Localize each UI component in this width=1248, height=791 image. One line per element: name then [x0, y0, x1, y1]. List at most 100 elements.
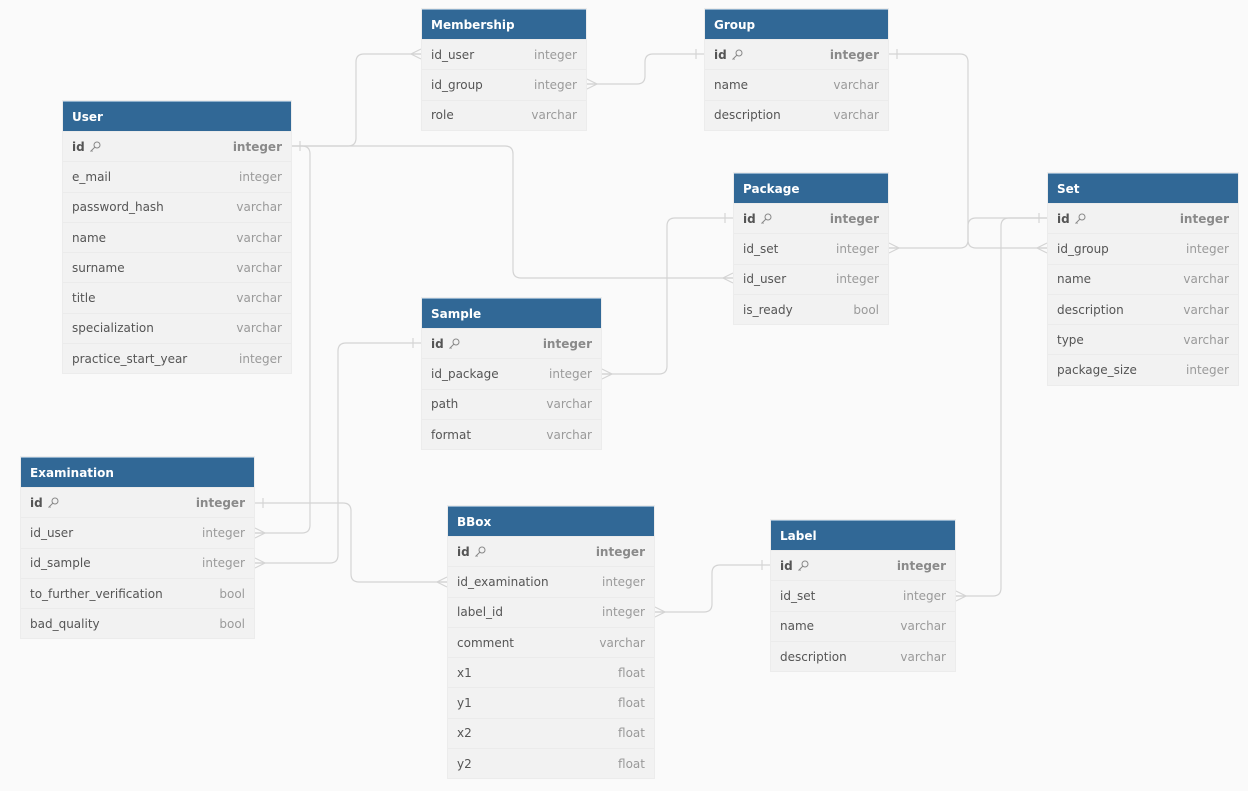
- field-row[interactable]: description varchar: [1048, 293, 1238, 324]
- field-type: integer: [829, 47, 879, 62]
- field-row[interactable]: x1 float: [448, 657, 654, 687]
- field-row[interactable]: id_package integer: [422, 358, 601, 388]
- field-name: specialization: [72, 321, 154, 336]
- table-header[interactable]: Examination: [21, 457, 254, 487]
- field-name: id_group: [1057, 241, 1109, 256]
- field-type: bool: [219, 616, 245, 631]
- table-header[interactable]: Sample: [422, 298, 601, 328]
- field-row[interactable]: path varchar: [422, 388, 601, 419]
- field-row[interactable]: id_group integer: [422, 69, 586, 99]
- field-row-pk[interactable]: id integer: [771, 550, 955, 580]
- field-type: varchar: [236, 291, 282, 306]
- field-row[interactable]: practice_start_year integer: [63, 343, 291, 373]
- field-row[interactable]: surname varchar: [63, 252, 291, 282]
- table-membership[interactable]: Membership id_user integer id_group intege…: [422, 9, 586, 130]
- field-row[interactable]: id_sample integer: [21, 547, 254, 578]
- field-row[interactable]: to_further_verification bool: [21, 577, 254, 608]
- field-row[interactable]: type varchar: [1048, 324, 1238, 354]
- field-row[interactable]: is_ready bool: [734, 293, 888, 324]
- field-name: id: [780, 558, 793, 573]
- field-row[interactable]: name varchar: [63, 221, 291, 252]
- field-row-pk[interactable]: id integer: [705, 39, 888, 69]
- field-name: id_user: [30, 525, 74, 540]
- field-type: varchar: [531, 108, 577, 123]
- field-row[interactable]: name varchar: [705, 69, 888, 99]
- field-name: id_package: [431, 366, 499, 381]
- table-header[interactable]: Membership: [422, 9, 586, 39]
- field-type: integer: [602, 574, 645, 589]
- table-header[interactable]: Group: [705, 9, 888, 39]
- table-bbox[interactable]: BBox id integer id_examination integer lab…: [448, 506, 654, 779]
- table-package[interactable]: Package id integer id_set integer id_user i…: [734, 173, 888, 325]
- field-row[interactable]: bad_quality bool: [21, 608, 254, 638]
- link-bbox-label: [655, 564, 770, 613]
- table-set[interactable]: Set id integer id_group integer name varcha…: [1048, 173, 1238, 385]
- table-user[interactable]: User id integer e_mail integer password_ha…: [63, 101, 291, 374]
- table-header[interactable]: Package: [734, 173, 888, 203]
- field-row[interactable]: y2 float: [448, 748, 654, 778]
- field-name: id: [1057, 211, 1070, 226]
- field-type: integer: [595, 544, 645, 559]
- crowfoot-marker: [721, 272, 734, 284]
- field-row-pk[interactable]: id integer: [21, 487, 254, 517]
- field-type: float: [618, 696, 645, 711]
- crowfoot-marker: [955, 590, 968, 602]
- field-row[interactable]: y1 float: [448, 687, 654, 717]
- table-examination[interactable]: Examination id integer id_user integer id_…: [21, 457, 254, 639]
- field-type: varchar: [1183, 302, 1229, 317]
- diagram-canvas[interactable]: Membership id_user integer id_group intege…: [0, 0, 1248, 791]
- table-label[interactable]: Label id integer id_set integer name varcha…: [771, 520, 955, 672]
- field-name: id: [714, 47, 727, 62]
- field-row[interactable]: description varchar: [771, 640, 955, 671]
- field-row[interactable]: id_user integer: [734, 263, 888, 294]
- field-type: varchar: [1183, 332, 1229, 347]
- field-row-pk[interactable]: id integer: [63, 131, 291, 161]
- crowfoot-marker: [888, 242, 901, 254]
- field-row[interactable]: title varchar: [63, 282, 291, 312]
- field-row[interactable]: id_group integer: [1048, 233, 1238, 263]
- field-type: integer: [549, 366, 592, 381]
- field-name: x2: [457, 726, 472, 741]
- field-type: float: [618, 756, 645, 771]
- table-header[interactable]: User: [63, 101, 291, 131]
- field-row[interactable]: id_examination integer: [448, 566, 654, 596]
- field-row[interactable]: package_size integer: [1048, 354, 1238, 384]
- field-type: varchar: [833, 77, 879, 92]
- field-name: role: [431, 108, 454, 123]
- field-row[interactable]: id_user integer: [21, 517, 254, 547]
- field-row[interactable]: specialization varchar: [63, 312, 291, 343]
- crowfoot-marker: [601, 368, 614, 380]
- crowfoot-marker: [654, 606, 667, 618]
- table-header[interactable]: BBox: [448, 506, 654, 536]
- field-type: varchar: [236, 200, 282, 215]
- field-row[interactable]: password_hash varchar: [63, 191, 291, 222]
- field-name: y1: [457, 696, 472, 711]
- field-type: integer: [1179, 211, 1229, 226]
- field-row[interactable]: e_mail integer: [63, 161, 291, 191]
- field-type: varchar: [546, 397, 592, 412]
- field-row[interactable]: name varchar: [771, 610, 955, 641]
- field-row[interactable]: role varchar: [422, 99, 586, 130]
- field-row[interactable]: description varchar: [705, 99, 888, 130]
- field-row[interactable]: comment varchar: [448, 626, 654, 657]
- table-header[interactable]: Set: [1048, 173, 1238, 203]
- table-group[interactable]: Group id integer name varchar description v…: [705, 9, 888, 130]
- field-row[interactable]: id_set integer: [734, 233, 888, 263]
- table-header[interactable]: Label: [771, 520, 955, 550]
- field-row-pk[interactable]: id integer: [734, 203, 888, 233]
- crowfoot-marker: [254, 527, 267, 539]
- field-type: integer: [534, 47, 577, 62]
- field-row[interactable]: id_user integer: [422, 39, 586, 69]
- field-row-pk[interactable]: id integer: [1048, 203, 1238, 233]
- field-row[interactable]: label_id integer: [448, 596, 654, 627]
- field-row[interactable]: name varchar: [1048, 263, 1238, 294]
- field-row[interactable]: id_set integer: [771, 580, 955, 610]
- table-sample[interactable]: Sample id integer id_package integer path v…: [422, 298, 601, 450]
- field-row[interactable]: format varchar: [422, 418, 601, 449]
- field-row-pk[interactable]: id integer: [422, 328, 601, 358]
- field-name: surname: [72, 260, 125, 275]
- field-name: id_set: [780, 588, 816, 603]
- field-type: integer: [542, 336, 592, 351]
- field-row[interactable]: x2 float: [448, 717, 654, 748]
- field-row-pk[interactable]: id integer: [448, 536, 654, 566]
